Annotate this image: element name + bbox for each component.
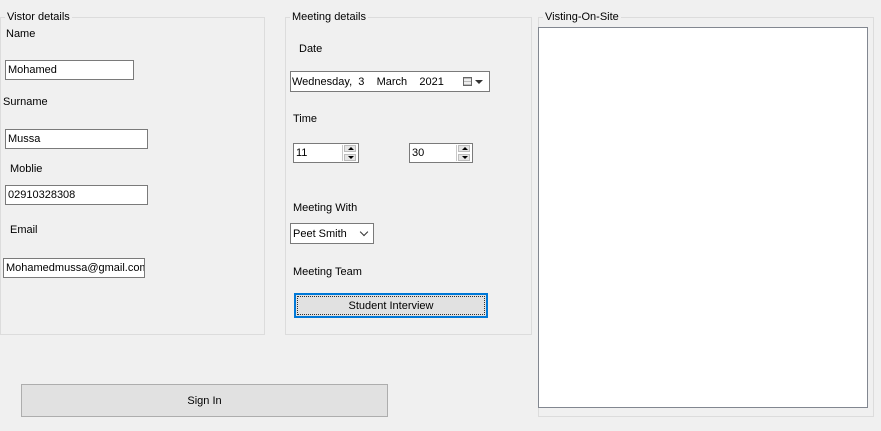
- meeting-with-select[interactable]: Peet Smith: [290, 223, 374, 244]
- arrow-down-icon[interactable]: [458, 154, 470, 161]
- hour-stepper[interactable]: 11: [293, 143, 359, 163]
- meeting-details-group: Meeting details: [285, 11, 532, 335]
- hour-spin-buttons: [342, 145, 357, 161]
- arrow-down-icon[interactable]: [344, 154, 356, 161]
- meeting-date-value: Wednesday, 3 March 2021: [292, 76, 444, 88]
- visitor-details-title: Vistor details: [5, 11, 72, 24]
- meeting-team-label: Meeting Team: [293, 266, 362, 278]
- meeting-date-picker[interactable]: Wednesday, 3 March 2021: [290, 71, 490, 92]
- arrow-up-icon[interactable]: [458, 145, 470, 152]
- hour-value: 11: [296, 147, 308, 159]
- surname-label: Surname: [3, 96, 48, 108]
- minute-spin-buttons: [456, 145, 471, 161]
- mobile-label: Moblie: [10, 163, 43, 175]
- meeting-with-value: Peet Smith: [293, 228, 347, 240]
- visiting-on-site-list[interactable]: [538, 27, 868, 408]
- minute-value: 30: [412, 147, 425, 159]
- chevron-down-icon: [359, 227, 369, 237]
- arrow-up-icon[interactable]: [344, 145, 356, 152]
- name-label: Name: [6, 28, 36, 40]
- minute-stepper[interactable]: 30: [409, 143, 473, 163]
- mobile-field[interactable]: 02910328308: [5, 185, 148, 205]
- email-field[interactable]: Mohamedmussa@gmail.com: [3, 258, 145, 278]
- date-label: Date: [299, 43, 323, 55]
- meeting-team-button[interactable]: Student Interview: [294, 293, 488, 318]
- name-field[interactable]: Mohamed: [5, 60, 134, 80]
- meeting-details-title: Meeting details: [290, 11, 368, 24]
- visiting-on-site-title: Visting-On-Site: [543, 11, 621, 24]
- time-label: Time: [293, 113, 318, 125]
- surname-field[interactable]: Mussa: [5, 129, 148, 149]
- meeting-with-label: Meeting With: [293, 202, 358, 214]
- email-label: Email: [10, 224, 38, 236]
- sign-in-button[interactable]: Sign In: [21, 384, 388, 417]
- calendar-icon[interactable]: [463, 77, 472, 86]
- chevron-down-icon[interactable]: [475, 80, 483, 84]
